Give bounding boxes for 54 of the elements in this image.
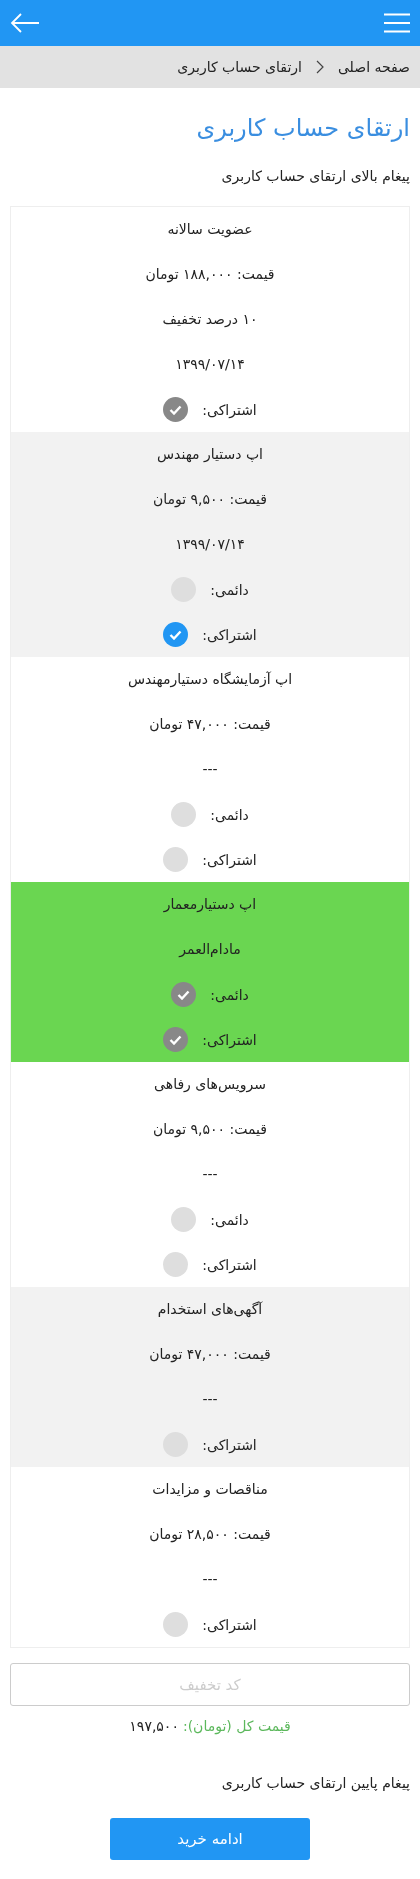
total-label: قیمت کل (تومان): <box>182 1717 291 1737</box>
option-label: اشتراکی: <box>202 1616 257 1633</box>
breadcrumb-current: ارتقای حساب کاربری <box>177 59 302 75</box>
page-title: ارتقای حساب کاربری <box>195 113 410 144</box>
plan-detail: قیمت: ۲۸,۵۰۰ تومان <box>149 1525 271 1545</box>
breadcrumb-link[interactable]: صفحه اصلی <box>337 59 410 75</box>
check-icon <box>169 404 183 415</box>
menu-button[interactable] <box>384 13 410 33</box>
total-value: ۱۹۷,۵۰۰ <box>129 1717 179 1736</box>
back-button[interactable] <box>10 13 40 33</box>
option-checkbox[interactable] <box>163 1612 189 1637</box>
plan-detail: قیمت: ۹,۵۰۰ تومان <box>152 1120 268 1140</box>
plan-detail: قیمت: ۱۸۸,۰۰۰ تومان <box>145 265 275 285</box>
option-label: اشتراکی: <box>202 1031 257 1048</box>
menu-icon <box>384 13 410 33</box>
option-label: دائمی: <box>210 806 249 823</box>
option-label: دائمی: <box>210 986 249 1003</box>
option-checkbox[interactable] <box>171 1207 197 1232</box>
plan-detail: قیمت: ۴۷,۰۰۰ تومان <box>149 1345 271 1365</box>
plan-detail: --- <box>202 1165 218 1184</box>
plan-detail: ۱۳۹۹/۰۷/۱۴ <box>175 535 245 554</box>
bottom-message: پیغام پایین ارتقای حساب کاربری <box>220 1774 410 1794</box>
option-checkbox[interactable] <box>171 802 197 827</box>
check-icon <box>169 1034 183 1045</box>
plan-detail: مادام‌العمر <box>179 940 241 960</box>
plan-name: اپ آزمایشگاه دستیارمهندس <box>127 670 293 690</box>
plan-name: آگهی‌های استخدام <box>157 1300 263 1319</box>
plan-name: عضویت سالانه <box>167 220 253 240</box>
arrow-left-icon <box>10 13 40 33</box>
option-label: اشتراکی: <box>202 851 257 868</box>
plan-detail: ۱۰ درصد تخفیف <box>162 310 258 329</box>
check-icon <box>169 629 183 640</box>
chevron-icon <box>315 60 324 74</box>
option-label: اشتراکی: <box>202 401 257 418</box>
plan-detail: ۱۳۹۹/۰۷/۱۴ <box>175 355 245 374</box>
option-label: اشتراکی: <box>202 626 257 643</box>
option-checkbox[interactable] <box>163 847 189 872</box>
plan-name: سرویس‌های رفاهی <box>154 1075 266 1095</box>
plan-name: اپ دستیارمعمار <box>163 895 257 915</box>
option-checkbox[interactable] <box>163 622 189 647</box>
plan-detail: قیمت: ۹,۵۰۰ تومان <box>152 490 268 510</box>
option-checkbox[interactable] <box>163 1252 189 1277</box>
plan-detail: --- <box>202 1570 218 1589</box>
plan-name: مناقصات و مزایدات <box>152 1480 268 1500</box>
check-icon <box>177 989 191 1000</box>
top-message: پیغام بالای ارتقای حساب کاربری <box>220 167 410 187</box>
plan-detail: قیمت: ۴۷,۰۰۰ تومان <box>149 715 271 735</box>
option-label: دائمی: <box>210 581 249 598</box>
option-label: اشتراکی: <box>202 1256 257 1273</box>
plan-detail: --- <box>202 760 218 779</box>
option-label: اشتراکی: <box>202 1436 257 1453</box>
plan-name: اپ دستیار مهندس <box>157 445 263 465</box>
option-label: دائمی: <box>210 1211 249 1228</box>
plan-detail: --- <box>202 1390 218 1409</box>
